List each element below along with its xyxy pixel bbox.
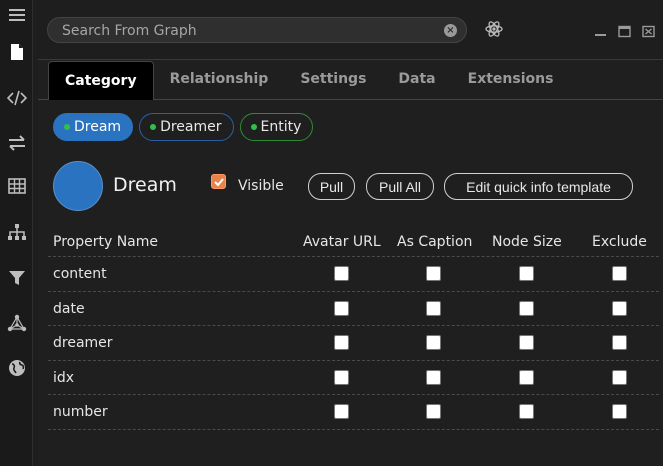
category-chip-entity[interactable]: Entity — [239, 113, 314, 141]
tab-relationship[interactable]: Relationship — [154, 60, 285, 98]
header-property-name: Property Name — [53, 234, 158, 250]
property-name: content — [53, 266, 107, 282]
exclude-checkbox[interactable] — [612, 404, 627, 419]
table-row: content — [48, 257, 659, 292]
edit-template-button[interactable]: Edit quick info template — [444, 173, 633, 200]
header-as-caption: As Caption — [397, 234, 473, 250]
as-caption-checkbox[interactable] — [426, 404, 441, 419]
left-toolbar — [0, 0, 33, 466]
as-caption-checkbox[interactable] — [426, 300, 441, 316]
property-name: idx — [53, 369, 75, 386]
pull-all-button[interactable]: Pull All — [366, 173, 434, 200]
tab-extensions[interactable]: Extensions — [452, 60, 570, 98]
category-chips: Dream Dreamer Entity — [53, 113, 314, 141]
main-panel: Category Relationship Settings Data Exte… — [38, 59, 663, 466]
node-size-checkbox[interactable] — [519, 300, 534, 316]
exclude-checkbox[interactable] — [612, 266, 627, 281]
visible-checkbox[interactable] — [211, 174, 226, 189]
avatar-url-checkbox[interactable] — [334, 300, 349, 316]
minimize-icon[interactable] — [594, 23, 607, 36]
as-caption-checkbox[interactable] — [426, 266, 441, 281]
category-chip-dreamer[interactable]: Dreamer — [139, 113, 234, 141]
exclude-checkbox[interactable] — [612, 369, 627, 385]
header-node-size: Node Size — [492, 234, 562, 250]
search-input[interactable] — [62, 21, 432, 40]
chip-label: Dream — [74, 119, 122, 135]
category-color-swatch[interactable] — [53, 161, 103, 211]
menu-icon[interactable] — [4, 2, 29, 27]
property-name: date — [53, 300, 85, 317]
tab-bar: Category Relationship Settings Data Exte… — [48, 60, 569, 100]
category-chip-dream[interactable]: Dream — [53, 113, 134, 141]
table-header: Property Name Avatar URL As Caption Node… — [48, 228, 659, 257]
table-icon[interactable] — [4, 173, 29, 198]
close-icon[interactable] — [642, 23, 655, 38]
code-icon[interactable] — [4, 85, 29, 110]
avatar-url-checkbox[interactable] — [334, 335, 349, 350]
filter-icon[interactable] — [4, 265, 29, 290]
node-size-checkbox[interactable] — [519, 404, 534, 419]
tab-settings[interactable]: Settings — [284, 60, 382, 98]
node-size-checkbox[interactable] — [519, 266, 534, 281]
status-dot — [150, 124, 157, 130]
pull-button[interactable]: Pull — [308, 173, 355, 200]
avatar-url-checkbox[interactable] — [334, 369, 349, 385]
hierarchy-icon[interactable] — [4, 219, 29, 244]
table-row: idx — [48, 361, 659, 395]
status-dot — [250, 124, 257, 130]
exclude-checkbox[interactable] — [612, 335, 627, 350]
node-size-checkbox[interactable] — [519, 369, 534, 385]
exclude-checkbox[interactable] — [612, 300, 627, 316]
status-dot — [64, 124, 70, 130]
table-row: date — [48, 292, 659, 326]
avatar-url-checkbox[interactable] — [334, 266, 349, 281]
as-caption-checkbox[interactable] — [426, 335, 441, 350]
property-name: dreamer — [53, 335, 113, 351]
as-caption-checkbox[interactable] — [426, 369, 441, 385]
header-exclude: Exclude — [592, 234, 647, 250]
maximize-icon[interactable] — [618, 23, 631, 38]
chip-label: Dreamer — [160, 119, 222, 135]
avatar-url-checkbox[interactable] — [334, 404, 349, 419]
table-body: content date dreamer idx number — [48, 257, 659, 430]
node-size-checkbox[interactable] — [519, 335, 534, 350]
tab-data[interactable]: Data — [382, 60, 451, 98]
header-avatar-url: Avatar URL — [303, 234, 381, 250]
visible-label: Visible — [238, 178, 284, 194]
swap-icon[interactable] — [4, 130, 29, 155]
tab-category[interactable]: Category — [48, 61, 154, 100]
globe-icon[interactable] — [4, 355, 29, 380]
category-header: Dream Visible Pull Pull All Edit quick i… — [53, 161, 653, 211]
search-bar: × — [47, 17, 467, 43]
property-table: Property Name Avatar URL As Caption Node… — [48, 228, 659, 430]
table-row: dreamer — [48, 326, 659, 361]
chip-label: Entity — [260, 119, 302, 135]
document-icon[interactable] — [4, 39, 29, 64]
clear-search-icon[interactable]: × — [444, 24, 457, 37]
graph-icon[interactable] — [4, 310, 29, 335]
atom-icon[interactable] — [484, 19, 504, 39]
table-row: number — [48, 395, 659, 430]
category-name: Dream — [113, 174, 177, 196]
property-name: number — [53, 404, 108, 420]
